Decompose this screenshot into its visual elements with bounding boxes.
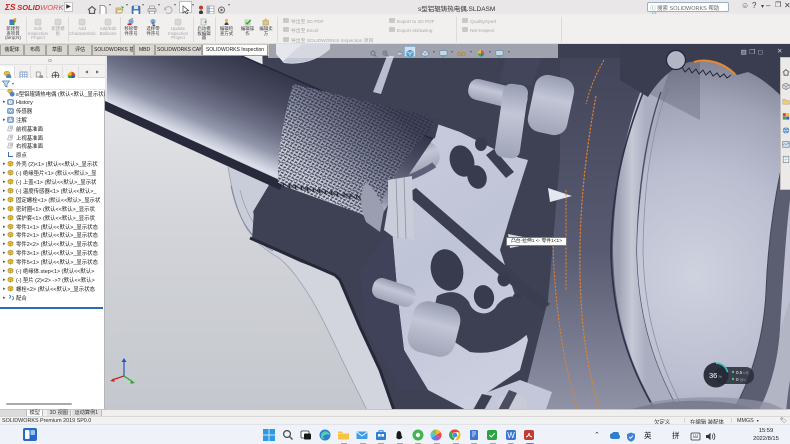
svg-text:0.5: 0.5 (736, 370, 743, 375)
svg-text:W: W (507, 431, 515, 440)
svg-text:帧/s: 帧/s (740, 377, 746, 382)
svg-text:s/帧: s/帧 (743, 370, 749, 375)
svg-text:36: 36 (709, 371, 717, 380)
svg-text:%: % (719, 374, 723, 379)
